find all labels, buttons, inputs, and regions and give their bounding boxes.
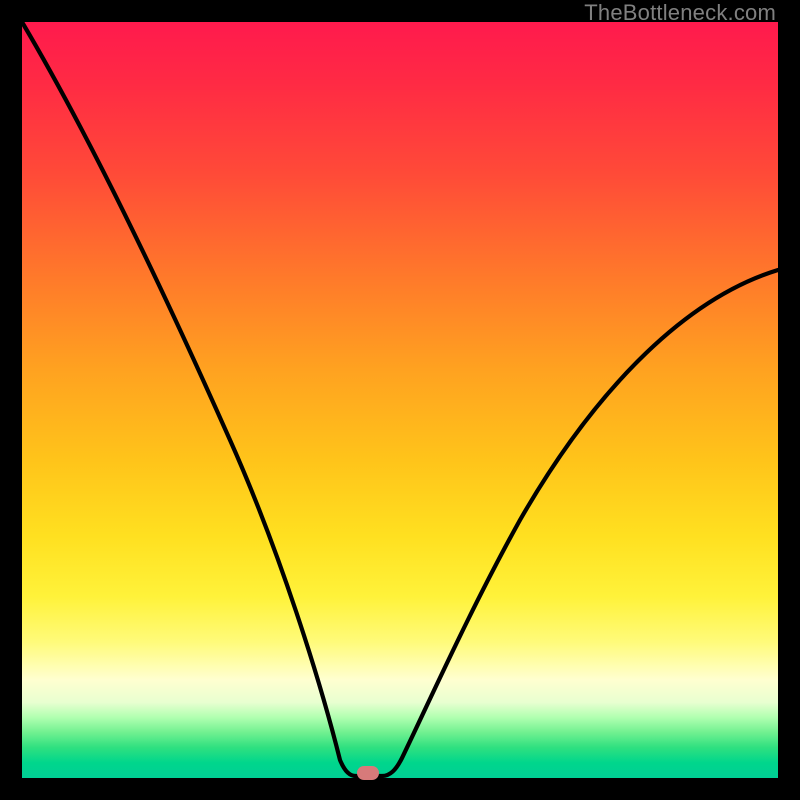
curve-layer <box>0 0 800 800</box>
watermark-text: TheBottleneck.com <box>584 0 776 26</box>
chart-frame: TheBottleneck.com <box>0 0 800 800</box>
valley-marker <box>357 766 379 780</box>
bottleneck-curve <box>22 22 778 776</box>
